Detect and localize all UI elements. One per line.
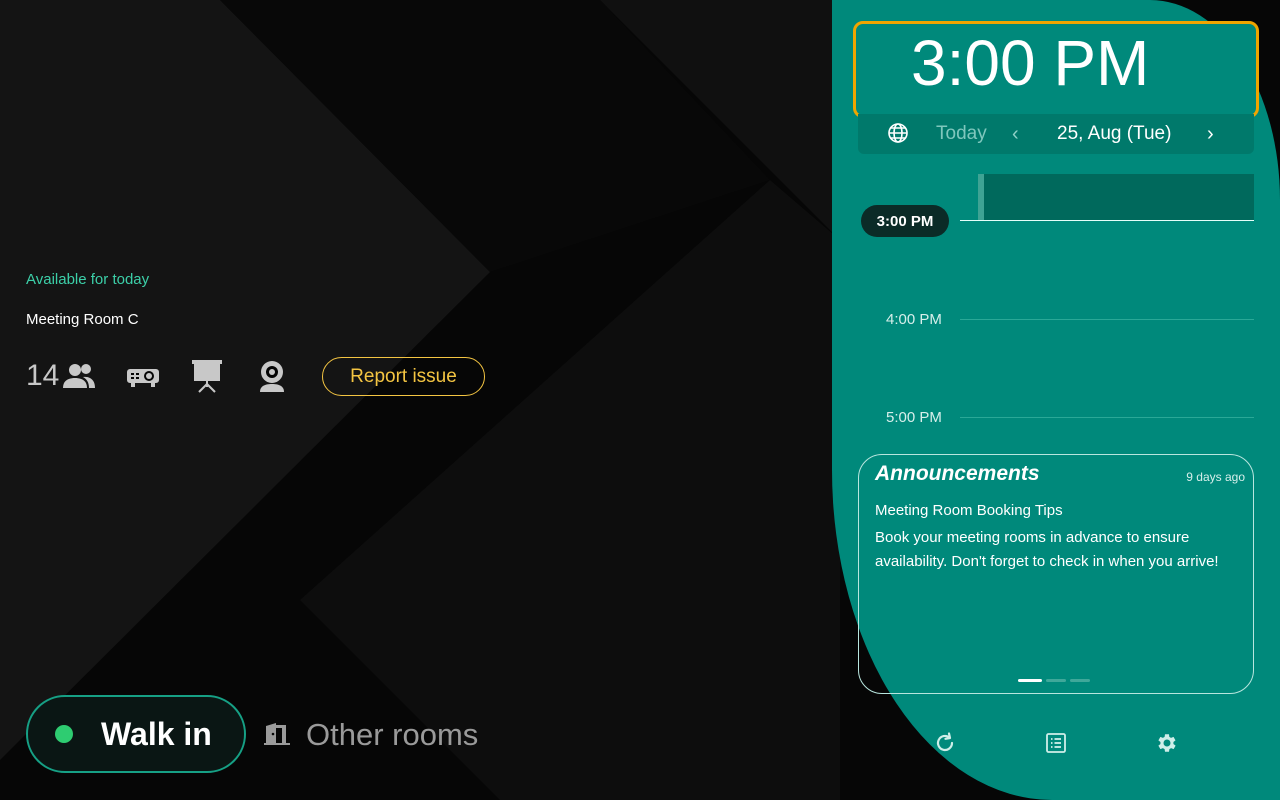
other-rooms-button[interactable]: Other rooms	[262, 712, 478, 758]
current-date: 25, Aug (Tue)	[1057, 123, 1172, 144]
amenities-row: 14	[26, 356, 287, 396]
announcements-card[interactable]: Announcements 9 days ago Meeting Room Bo…	[858, 454, 1254, 694]
refresh-icon[interactable]	[933, 731, 957, 755]
current-time-marker: 3:00 PM	[861, 205, 949, 237]
carousel-dot[interactable]	[1046, 679, 1066, 682]
next-day-button[interactable]: ›	[1207, 123, 1214, 146]
walk-in-button[interactable]: Walk in	[26, 695, 246, 773]
door-icon	[262, 718, 292, 753]
list-icon[interactable]	[1044, 731, 1068, 755]
date-navigation: Today ‹ 25, Aug (Tue) ›	[858, 114, 1254, 154]
announcements-title: Announcements	[875, 462, 1040, 485]
current-time: 3:00 PM	[911, 27, 1150, 99]
carousel-dot[interactable]	[1018, 679, 1042, 682]
available-dot-icon	[55, 725, 73, 743]
walk-in-label: Walk in	[101, 715, 212, 752]
carousel-indicator	[1018, 679, 1090, 682]
timeline-hour-line	[960, 319, 1254, 320]
booking-block[interactable]	[978, 174, 1254, 221]
room-capacity: 14	[26, 359, 60, 392]
timeline-hour-label: 5:00 PM	[886, 409, 942, 426]
clock-display[interactable]: 3:00 PM	[853, 21, 1259, 118]
other-rooms-label: Other rooms	[306, 717, 479, 752]
availability-status: Available for today	[26, 271, 150, 288]
previous-day-button[interactable]: ‹	[1012, 123, 1019, 146]
people-icon	[61, 361, 97, 391]
room-name: Meeting Room C	[26, 311, 139, 328]
timeline-hour-line	[960, 417, 1254, 418]
announcement-age: 9 days ago	[1186, 470, 1245, 484]
today-button[interactable]: Today	[936, 123, 987, 145]
timeline-hour-label: 4:00 PM	[886, 311, 942, 328]
webcam-icon	[257, 358, 287, 394]
announcement-heading: Meeting Room Booking Tips	[875, 502, 1063, 519]
carousel-dot[interactable]	[1070, 679, 1090, 682]
projector-icon	[125, 361, 161, 391]
presentation-board-icon	[191, 358, 223, 394]
current-time-line	[960, 220, 1254, 221]
settings-icon[interactable]	[1155, 731, 1179, 755]
announcement-body: Book your meeting rooms in advance to en…	[875, 529, 1219, 570]
report-issue-button[interactable]: Report issue	[322, 357, 485, 396]
globe-icon[interactable]	[887, 122, 909, 149]
